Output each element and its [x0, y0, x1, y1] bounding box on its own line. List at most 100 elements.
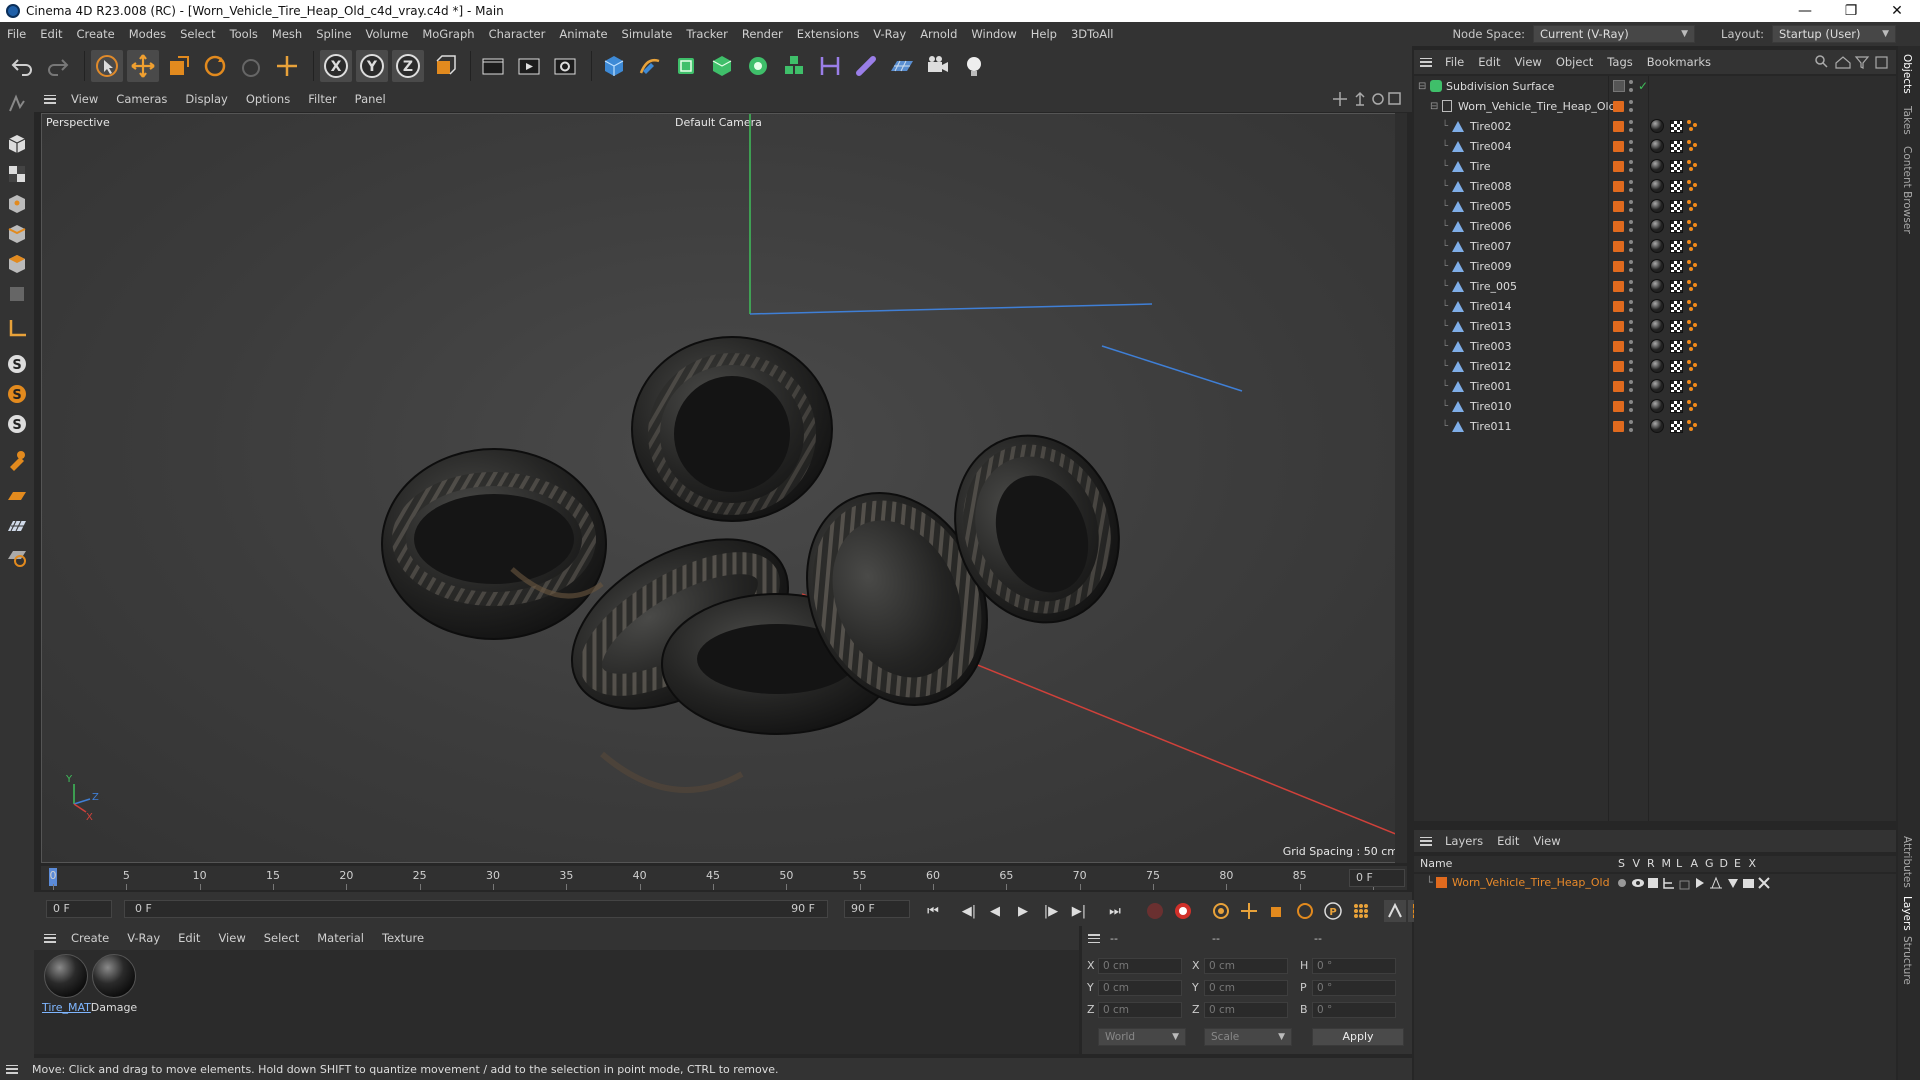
vray-material-tag-icon[interactable] — [1650, 139, 1664, 153]
texture-tag-icon[interactable] — [1670, 219, 1683, 233]
material-menu-create[interactable]: Create — [62, 931, 118, 945]
object-row[interactable]: └ Tire009 — [1414, 256, 1896, 276]
tab-attributes[interactable]: Attributes — [1901, 836, 1913, 888]
tab-takes[interactable]: Takes — [1901, 106, 1913, 135]
workplane-icon[interactable] — [3, 314, 31, 342]
object-row[interactable]: └ Tire013 — [1414, 316, 1896, 336]
key-position-icon[interactable] — [1238, 900, 1260, 922]
minimize-icon[interactable]: — — [1782, 0, 1828, 22]
select-tool-icon[interactable] — [91, 50, 123, 82]
om-menu-tags[interactable]: Tags — [1600, 55, 1639, 69]
extrude-icon[interactable] — [706, 50, 738, 82]
vray-material-tag-icon[interactable] — [1650, 399, 1664, 413]
object-row[interactable]: └ Tire006 — [1414, 216, 1896, 236]
live-selection-icon[interactable] — [235, 50, 267, 82]
uvw-tag-icon[interactable] — [1687, 160, 1699, 172]
layer-column-header[interactable]: A — [1691, 857, 1699, 870]
layer-color-swatch[interactable] — [1613, 220, 1624, 232]
collapse-icon[interactable]: ⊟ — [1418, 81, 1426, 92]
vray-material-tag-icon[interactable] — [1650, 199, 1664, 213]
current-frame-field[interactable]: 0 F — [1349, 869, 1405, 887]
snap-settings-icon[interactable]: S — [3, 380, 31, 408]
layer-menu-layers[interactable]: Layers — [1438, 834, 1490, 848]
layer-row[interactable]: └ Worn_Vehicle_Tire_Heap_Old — [1414, 874, 1896, 892]
material-menu-vray[interactable]: V-Ray — [118, 931, 169, 945]
close-icon[interactable]: ✕ — [1874, 0, 1920, 22]
layer-color-swatch[interactable] — [1613, 400, 1624, 412]
hamburger-icon[interactable] — [1420, 57, 1432, 67]
viewport-menu-view[interactable]: View — [62, 92, 107, 106]
layer-color-swatch[interactable] — [1613, 240, 1624, 252]
viewport-menu-options[interactable]: Options — [237, 92, 299, 106]
vray-material-tag-icon[interactable] — [1650, 299, 1664, 313]
visibility-dots[interactable] — [1629, 100, 1633, 112]
autokey-icon[interactable] — [1172, 900, 1194, 922]
coord-size-y-field[interactable]: 0 cm — [1204, 980, 1288, 996]
transform-tool-icon[interactable] — [271, 50, 303, 82]
next-key-icon[interactable]: ▶| — [1068, 900, 1090, 922]
goto-start-icon[interactable]: ⏮ — [922, 900, 944, 922]
coord-rot-b-field[interactable]: 0 ° — [1312, 1002, 1396, 1018]
coord-space-dropdown[interactable]: World ▼ — [1098, 1028, 1186, 1046]
menu-edit[interactable]: Edit — [33, 27, 69, 41]
visibility-dots[interactable] — [1629, 340, 1633, 352]
texture-tag-icon[interactable] — [1670, 419, 1683, 433]
menu-spline[interactable]: Spline — [309, 27, 358, 41]
layer-color-swatch[interactable] — [1613, 340, 1624, 352]
object-row[interactable]: └ Tire011 — [1414, 416, 1896, 436]
menu-animate[interactable]: Animate — [552, 27, 614, 41]
menu-tracker[interactable]: Tracker — [679, 27, 735, 41]
coord-pos-y-field[interactable]: 0 cm — [1098, 980, 1182, 996]
material-menu-select[interactable]: Select — [255, 931, 308, 945]
visibility-dots[interactable] — [1629, 180, 1633, 192]
uvw-tag-icon[interactable] — [1687, 120, 1699, 132]
texture-tag-icon[interactable] — [1670, 199, 1683, 213]
uvw-tag-icon[interactable] — [1687, 180, 1699, 192]
object-row[interactable]: └ Tire014 — [1414, 296, 1896, 316]
om-menu-object[interactable]: Object — [1549, 55, 1600, 69]
vray-material-tag-icon[interactable] — [1650, 419, 1664, 433]
vray-material-tag-icon[interactable] — [1650, 379, 1664, 393]
rotate-tool-icon[interactable] — [199, 50, 231, 82]
visibility-dots[interactable] — [1629, 220, 1633, 232]
coord-rot-p-field[interactable]: 0 ° — [1312, 980, 1396, 996]
spline-pen-icon[interactable] — [634, 50, 666, 82]
material-menu-material[interactable]: Material — [308, 931, 373, 945]
goto-end-icon[interactable]: ⏭ — [1104, 900, 1126, 922]
menu-modes[interactable]: Modes — [122, 27, 173, 41]
vray-material-tag-icon[interactable] — [1650, 319, 1664, 333]
layer-color-swatch[interactable] — [1436, 877, 1447, 888]
uvw-tag-icon[interactable] — [1687, 360, 1699, 372]
hamburger-icon[interactable] — [6, 1064, 18, 1074]
menu-window[interactable]: Window — [964, 27, 1023, 41]
texture-tag-icon[interactable] — [1670, 159, 1683, 173]
om-column-divider[interactable] — [1608, 76, 1609, 821]
tab-structure[interactable]: Structure — [1901, 936, 1913, 985]
check-icon[interactable]: ✓ — [1638, 79, 1648, 93]
vray-material-tag-icon[interactable] — [1650, 219, 1664, 233]
layer-color-swatch[interactable] — [1613, 180, 1624, 192]
texture-tag-icon[interactable] — [1670, 379, 1683, 393]
uvw-tag-icon[interactable] — [1687, 380, 1699, 392]
object-row[interactable]: └ Tire007 — [1414, 236, 1896, 256]
object-row[interactable]: └ Tire001 — [1414, 376, 1896, 396]
tab-content-browser[interactable]: Content Browser — [1901, 146, 1913, 234]
layer-color-swatch[interactable] — [1613, 140, 1624, 152]
z-axis-lock-icon[interactable]: Z — [392, 50, 424, 82]
coordinate-system-icon[interactable] — [428, 50, 460, 82]
quantize-icon[interactable]: S — [3, 410, 31, 438]
deformer-icon[interactable] — [814, 50, 846, 82]
vray-material-tag-icon[interactable] — [1650, 339, 1664, 353]
prev-frame-icon[interactable]: ◀ — [984, 900, 1006, 922]
tab-layers[interactable]: Layers — [1901, 896, 1913, 931]
visibility-dots[interactable] — [1629, 80, 1633, 92]
grid-icon[interactable] — [3, 512, 31, 540]
vray-material-tag-icon[interactable] — [1650, 119, 1664, 133]
light-icon[interactable] — [958, 50, 990, 82]
layer-color-swatch[interactable] — [1613, 300, 1624, 312]
points-mode-icon[interactable] — [3, 190, 31, 218]
edges-mode-icon[interactable] — [3, 220, 31, 248]
sculpt-icon[interactable] — [3, 446, 31, 474]
layer-column-header[interactable]: X — [1749, 857, 1757, 870]
uvw-tag-icon[interactable] — [1687, 300, 1699, 312]
